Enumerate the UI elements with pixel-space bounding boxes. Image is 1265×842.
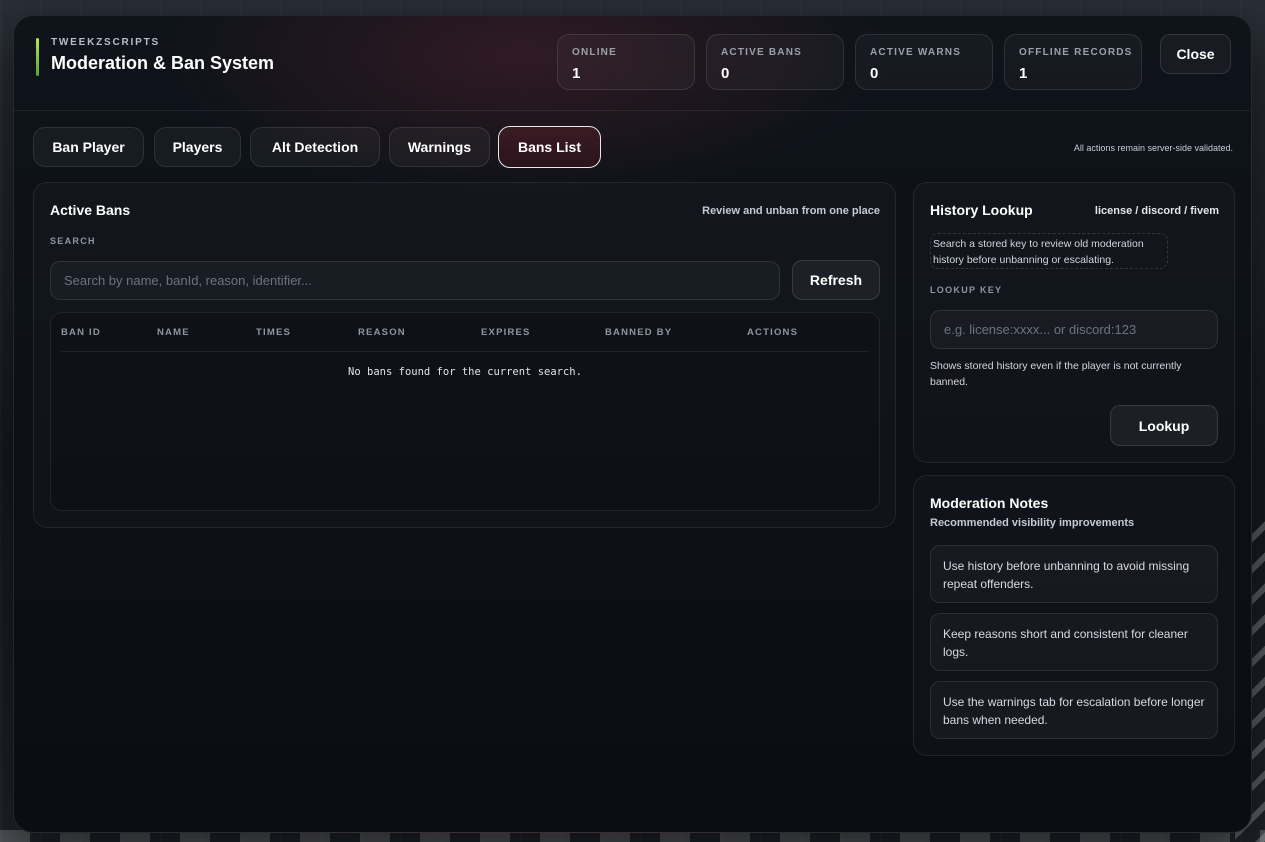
active-bans-subtitle: Review and unban from one place <box>702 205 880 217</box>
page-title: Moderation & Ban System <box>51 53 275 73</box>
stat-online: ONLINE 1 <box>557 34 695 90</box>
tab-bans-list[interactable]: Bans List <box>498 126 601 168</box>
tab-ban-player[interactable]: Ban Player <box>33 127 144 167</box>
active-bans-title: Active Bans <box>50 202 131 218</box>
brand-subtitle: TWEEKZSCRIPTS <box>51 37 160 48</box>
lookup-key-types: license / discord / fivem <box>1094 205 1219 217</box>
header: TWEEKZSCRIPTS Moderation & Ban System ON… <box>14 16 1251 111</box>
stat-value: 1 <box>1019 65 1028 82</box>
bans-table: BAN ID NAME TIMES REASON EXPIRES BANNED … <box>50 312 880 511</box>
search-label: SEARCH <box>50 236 96 246</box>
column-header-times: TIMES <box>256 327 292 338</box>
lookup-key-label: LOOKUP KEY <box>930 285 1003 295</box>
note-card: Use the warnings tab for escalation befo… <box>930 681 1218 739</box>
moderation-notes-subtitle: Recommended visibility improvements <box>930 517 1135 529</box>
note-card: Use history before unbanning to avoid mi… <box>930 545 1218 603</box>
history-lookup-panel: History Lookup license / discord / fivem… <box>913 182 1235 463</box>
column-header-ban-id: BAN ID <box>61 327 101 338</box>
column-header-reason: REASON <box>358 327 406 338</box>
history-lookup-title: History Lookup <box>930 202 1033 218</box>
tab-alt-detection[interactable]: Alt Detection <box>250 127 380 167</box>
brand-accent-bar <box>36 38 39 76</box>
moderation-notes-panel: Moderation Notes Recommended visibility … <box>913 475 1235 756</box>
empty-state-message: No bans found for the current search. <box>348 366 582 378</box>
active-bans-panel: Active Bans Review and unban from one pl… <box>33 182 896 528</box>
table-header-divider <box>61 351 869 352</box>
lookup-key-input[interactable] <box>930 310 1218 349</box>
tab-warnings[interactable]: Warnings <box>389 127 490 167</box>
column-header-actions: ACTIONS <box>747 327 799 338</box>
moderation-notes-title: Moderation Notes <box>930 495 1049 511</box>
column-header-name: NAME <box>157 327 190 338</box>
tab-players[interactable]: Players <box>154 127 241 167</box>
stat-active-bans: ACTIVE BANS 0 <box>706 34 844 90</box>
stat-value: 0 <box>870 65 879 82</box>
lookup-description: Shows stored history even if the player … <box>930 360 1182 388</box>
lookup-hint: Search a stored key to review old modera… <box>930 233 1168 269</box>
column-header-expires: EXPIRES <box>481 327 531 338</box>
stat-offline-records: OFFLINE RECORDS 1 <box>1004 34 1142 90</box>
stat-label: OFFLINE RECORDS <box>1019 47 1133 58</box>
server-validation-note: All actions remain server-side validated… <box>1073 143 1233 153</box>
moderation-window: TWEEKZSCRIPTS Moderation & Ban System ON… <box>13 15 1252 833</box>
stat-label: ONLINE <box>572 47 617 58</box>
stat-active-warns: ACTIVE WARNS 0 <box>855 34 993 90</box>
column-header-banned-by: BANNED BY <box>605 327 673 338</box>
close-button[interactable]: Close <box>1160 34 1231 74</box>
refresh-button[interactable]: Refresh <box>792 260 880 300</box>
search-input[interactable] <box>50 261 780 300</box>
stat-label: ACTIVE BANS <box>721 47 802 58</box>
note-card: Keep reasons short and consistent for cl… <box>930 613 1218 671</box>
lookup-button[interactable]: Lookup <box>1110 405 1218 446</box>
stat-label: ACTIVE WARNS <box>870 47 962 58</box>
stat-value: 1 <box>572 65 581 82</box>
stat-value: 0 <box>721 65 730 82</box>
